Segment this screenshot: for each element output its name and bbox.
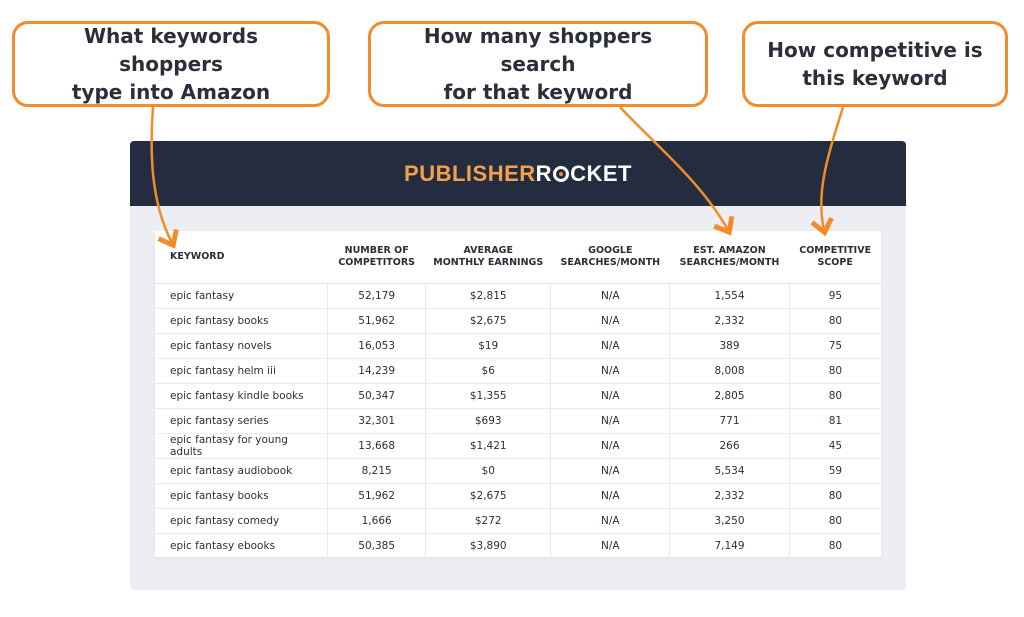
annotation-arrows [150,106,845,249]
arrow-to-competitive-scope-column [810,106,845,237]
arrow-to-keyword-column [150,106,179,249]
arrow-to-amazon-searches-column [619,106,735,236]
